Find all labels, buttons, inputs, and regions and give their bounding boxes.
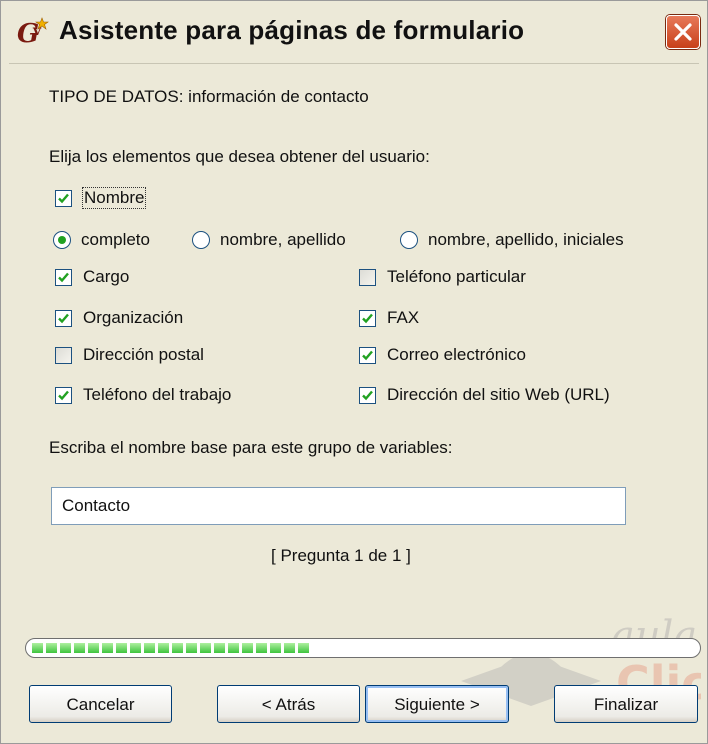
close-button[interactable] bbox=[666, 15, 700, 49]
checkbox-label: Dirección postal bbox=[83, 345, 204, 364]
checkbox-box[interactable] bbox=[55, 310, 72, 327]
checkbox-box[interactable] bbox=[55, 269, 72, 286]
progress-segment bbox=[172, 643, 183, 653]
checkbox-label: Cargo bbox=[83, 267, 130, 286]
progress-bar bbox=[25, 638, 701, 658]
checkbox-box[interactable] bbox=[359, 310, 376, 327]
checkbox-label: Teléfono del trabajo bbox=[83, 385, 232, 404]
checkbox-box[interactable] bbox=[359, 387, 376, 404]
checkbox-box[interactable] bbox=[55, 190, 72, 207]
radio-circle[interactable] bbox=[400, 231, 418, 249]
progress-segment bbox=[46, 643, 57, 653]
base-name-label: Escriba el nombre base para este grupo d… bbox=[49, 438, 453, 457]
progress-segment bbox=[158, 643, 169, 653]
progress-segment bbox=[186, 643, 197, 653]
title-bar[interactable]: G v Asistente para páginas de formulario bbox=[1, 1, 707, 63]
progress-segment bbox=[200, 643, 211, 653]
progress-segment bbox=[116, 643, 127, 653]
radio-label: nombre, apellido bbox=[220, 230, 346, 249]
wizard-dialog: G v Asistente para páginas de formulario… bbox=[0, 0, 708, 744]
progress-segment bbox=[298, 643, 309, 653]
progress-segment bbox=[228, 643, 239, 653]
back-button[interactable]: < Atrás bbox=[217, 685, 360, 723]
checkbox-box[interactable] bbox=[55, 387, 72, 404]
progress-segment bbox=[74, 643, 85, 653]
title-separator bbox=[9, 63, 699, 64]
radio-selected-dot bbox=[58, 236, 66, 244]
checkmark-icon bbox=[362, 313, 373, 324]
checkmark-icon bbox=[58, 313, 69, 324]
wizard-app-icon: G v bbox=[17, 17, 49, 49]
radio-label: completo bbox=[81, 230, 150, 249]
radio-label: nombre, apellido, iniciales bbox=[428, 230, 624, 249]
checkmark-icon bbox=[58, 193, 69, 204]
progress-segment bbox=[60, 643, 71, 653]
checkbox-box[interactable] bbox=[359, 269, 376, 286]
checkbox-label: Correo electrónico bbox=[387, 345, 526, 364]
checkmark-icon bbox=[58, 272, 69, 283]
progress-segment bbox=[130, 643, 141, 653]
progress-segment bbox=[144, 643, 155, 653]
checkbox-label: Teléfono particular bbox=[387, 267, 526, 286]
progress-segment bbox=[214, 643, 225, 653]
base-name-input[interactable] bbox=[51, 487, 626, 525]
checkmark-icon bbox=[58, 390, 69, 401]
progress-segment bbox=[88, 643, 99, 653]
instruction-text: Elija los elementos que desea obtener de… bbox=[49, 147, 430, 166]
radio-circle[interactable] bbox=[53, 231, 71, 249]
checkmark-icon bbox=[362, 350, 373, 361]
checkbox-box[interactable] bbox=[55, 347, 72, 364]
checkbox-label: Nombre bbox=[81, 187, 147, 209]
checkbox-label: Organización bbox=[83, 308, 184, 327]
checkbox-label: FAX bbox=[387, 308, 420, 327]
radio-circle[interactable] bbox=[192, 231, 210, 249]
data-type-heading: TIPO DE DATOS: información de contacto bbox=[49, 87, 369, 106]
progress-segment bbox=[256, 643, 267, 653]
progress-segment bbox=[242, 643, 253, 653]
checkbox-box[interactable] bbox=[359, 347, 376, 364]
window-title: Asistente para páginas de formulario bbox=[59, 15, 525, 45]
progress-segment bbox=[284, 643, 295, 653]
progress-segment bbox=[32, 643, 43, 653]
progress-segment bbox=[102, 643, 113, 653]
checkmark-icon bbox=[362, 390, 373, 401]
close-icon bbox=[674, 23, 692, 41]
next-button[interactable]: Siguiente > bbox=[365, 685, 509, 723]
cancel-button[interactable]: Cancelar bbox=[29, 685, 172, 723]
question-counter: [ Pregunta 1 de 1 ] bbox=[271, 546, 411, 565]
checkbox-label: Dirección del sitio Web (URL) bbox=[387, 385, 610, 404]
progress-fill bbox=[32, 643, 309, 653]
progress-segment bbox=[270, 643, 281, 653]
finish-button[interactable]: Finalizar bbox=[554, 685, 698, 723]
